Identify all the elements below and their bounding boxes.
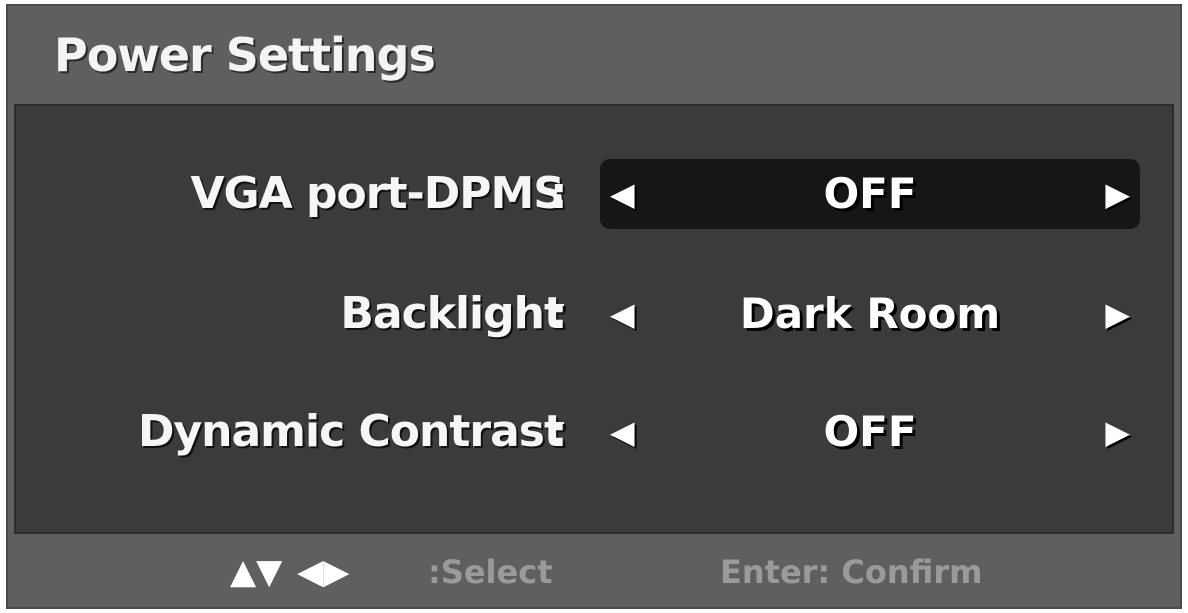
footer-hints: ▲▼ ◀▶ :Select Enter: Confirm (8, 537, 1180, 607)
select-hint: :Select (428, 553, 553, 591)
arrow-keys-icon: ▲▼ ◀▶ (230, 547, 353, 597)
left-triangle-icon[interactable]: ◀ (610, 397, 635, 467)
setting-label-vga-dpms: VGA port-DPMS (190, 168, 565, 219)
setting-value-backlight: Dark Room (739, 289, 1001, 338)
setting-value-vga-dpms: OFF (823, 169, 917, 218)
setting-colon: : (550, 406, 568, 457)
up-down-arrows-icon: ▲▼ (230, 552, 283, 592)
menu-title: Power Settings (54, 28, 436, 82)
setting-row-dynamic-contrast[interactable]: Dynamic Contrast : ◀ OFF ▶ (16, 395, 1172, 469)
value-selector-dynamic-contrast[interactable]: ◀ OFF ▶ (600, 397, 1140, 467)
title-bar: Power Settings (8, 6, 1180, 102)
setting-row-backlight[interactable]: Backlight : ◀ Dark Room ▶ (16, 277, 1172, 351)
right-triangle-icon[interactable]: ▶ (1105, 397, 1130, 467)
right-triangle-icon[interactable]: ▶ (1105, 159, 1130, 229)
setting-colon: : (550, 288, 568, 339)
value-selector-vga-dpms[interactable]: ◀ OFF ▶ (600, 159, 1140, 229)
value-selector-backlight[interactable]: ◀ Dark Room ▶ (600, 279, 1140, 349)
left-triangle-icon[interactable]: ◀ (610, 159, 635, 229)
right-triangle-icon[interactable]: ▶ (1105, 279, 1130, 349)
setting-value-dynamic-contrast: OFF (823, 407, 917, 456)
setting-colon: : (550, 168, 568, 219)
left-right-arrows-icon: ◀▶ (297, 552, 350, 592)
power-settings-osd: Power Settings VGA port-DPMS : ◀ OFF ▶ B… (6, 4, 1182, 609)
settings-panel: VGA port-DPMS : ◀ OFF ▶ Backlight : ◀ Da… (14, 104, 1174, 534)
setting-row-vga-dpms[interactable]: VGA port-DPMS : ◀ OFF ▶ (16, 157, 1172, 231)
setting-label-dynamic-contrast: Dynamic Contrast (137, 406, 565, 457)
confirm-hint: Enter: Confirm (720, 553, 983, 591)
setting-label-backlight: Backlight (340, 288, 565, 339)
left-triangle-icon[interactable]: ◀ (610, 279, 635, 349)
